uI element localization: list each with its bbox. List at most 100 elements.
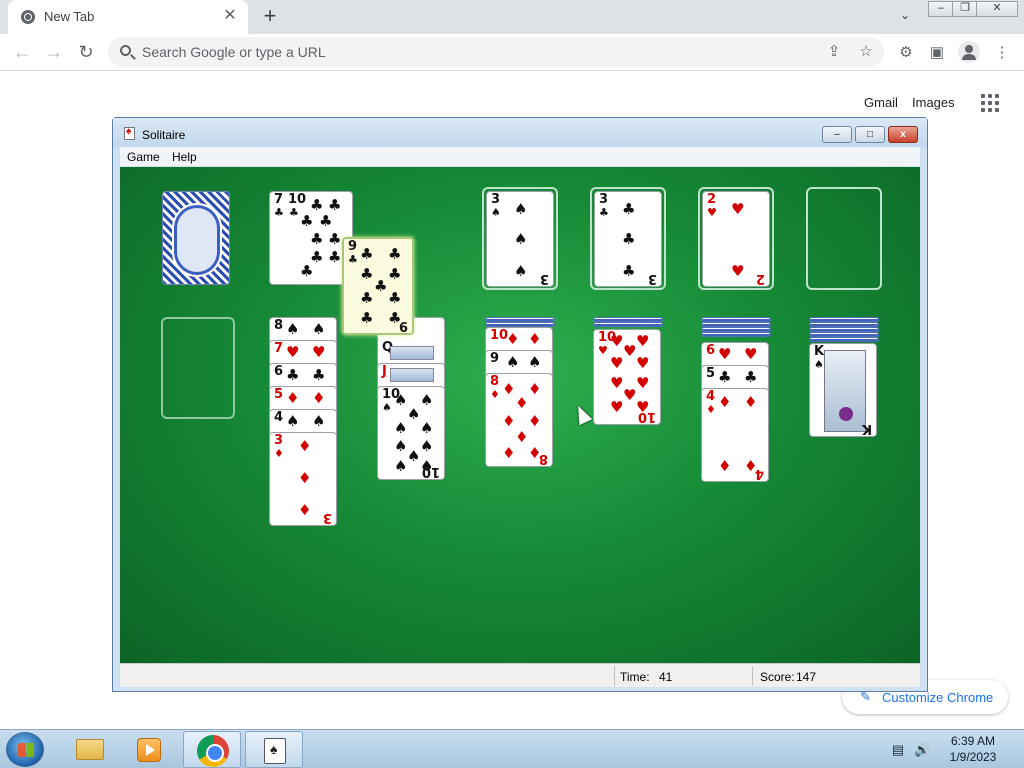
side-panel-icon[interactable]: ▣ [926, 42, 948, 64]
score-label: Score: [760, 670, 795, 684]
foundation-spades[interactable]: 3 ♠ ♠ ♠ ♠ 3 [482, 187, 558, 290]
tab-search-button[interactable]: ⌄ [895, 8, 915, 26]
foundation-hearts[interactable]: 2 ♥ ♥ ♥ 2 [698, 187, 774, 290]
omnibox[interactable]: ⇪ ☆ [108, 37, 884, 67]
face-down-card [701, 332, 771, 337]
card-rank: 5 [274, 387, 284, 402]
dragged-card[interactable]: 9 ♣ ♣ ♣ ♣ ♣ ♣ ♣ ♣ ♣ ♣ 9 [342, 237, 414, 335]
tableau-card[interactable]: 8 ♦ ♦ ♦ ♦ ♦ ♦ ♦ ♦ ♦ 8 [485, 373, 553, 467]
card-pip: ♦ [506, 330, 520, 348]
card-pip: ♥ [286, 343, 300, 361]
share-icon[interactable]: ⇪ [824, 43, 844, 61]
waste-pile[interactable]: 7 ♣ 10 ♣ ♣ ♣ ♣ ♣ ♣ ♣ ♣ ♣ ♣ [269, 191, 353, 285]
tableau-card[interactable]: 4 ♦ ♦ ♦ ♦ ♦ 4 [701, 388, 769, 482]
card-pip: ♣ [388, 245, 402, 263]
profile-avatar-icon[interactable] [958, 41, 980, 63]
card-table[interactable]: 7 ♣ 10 ♣ ♣ ♣ ♣ ♣ ♣ ♣ ♣ ♣ ♣ 3 ♠ ♠ ♠ ♠ 3 3… [120, 167, 920, 663]
face-down-card [809, 337, 879, 342]
solitaire-app-icon [124, 126, 135, 140]
volume-icon[interactable]: 🔊 [914, 742, 930, 758]
card-pip: ♦ [502, 444, 516, 462]
card-rank: 3 [647, 271, 657, 286]
card-pip: ♥ [610, 398, 624, 416]
card-pip: ♣ [310, 230, 324, 248]
tab-strip: New Tab ✕ + ⌄ – ❐ ✕ [0, 0, 1024, 34]
foundation-clubs[interactable]: 3 ♣ ♣ ♣ ♣ 3 [590, 187, 666, 290]
time-value: 41 [659, 670, 673, 684]
taskbar-media-player[interactable] [120, 731, 178, 768]
system-clock[interactable]: 6:39 AM 1/9/2023 [940, 733, 1006, 765]
card-pip: ♠ [514, 230, 528, 248]
card-rank: 4 [274, 410, 284, 425]
solitaire-window: Solitaire – □ x Game Help 7 ♣ 10 ♣ ♣ ♣ ♣… [112, 117, 928, 692]
clock-time: 6:39 AM [950, 734, 996, 748]
window-restore-button[interactable]: ❐ [952, 1, 978, 17]
card-rank: K [814, 344, 825, 359]
solitaire-minimize-button[interactable]: – [822, 126, 852, 143]
chrome-menu-icon[interactable]: ⋮ [991, 42, 1013, 64]
forward-button[interactable]: → [42, 40, 66, 64]
taskbar-explorer[interactable] [60, 731, 118, 768]
menu-game[interactable]: Game [127, 150, 160, 164]
card-pip: ♣ [300, 262, 314, 280]
tableau-card[interactable]: 10 ♥ ♥ ♥ ♥ ♥ ♥ ♥ ♥ ♥ ♥ ♥ 10 [593, 329, 661, 425]
start-button[interactable] [6, 732, 44, 767]
card-pip: ♠ [514, 200, 528, 218]
extensions-puzzle-icon[interactable]: ⚙ [895, 42, 917, 64]
bookmark-star-icon[interactable]: ☆ [856, 43, 876, 61]
menu-help[interactable]: Help [172, 150, 197, 164]
card-rank: 2 [755, 271, 765, 286]
foundation-card[interactable]: 2 ♥ ♥ ♥ 2 [702, 191, 770, 287]
card-pip: ♣ [622, 262, 636, 280]
images-link[interactable]: Images [912, 95, 955, 110]
new-tab-button[interactable]: + [258, 5, 282, 29]
card-suit: ♦ [274, 447, 284, 460]
window-minimize-button[interactable]: – [928, 1, 954, 17]
gmail-link[interactable]: Gmail [864, 95, 898, 110]
card-pip: ♥ [636, 354, 650, 372]
tab-close-button[interactable]: ✕ [220, 6, 240, 26]
media-player-icon [137, 738, 161, 762]
tableau-card[interactable]: K ♠ K [809, 343, 877, 437]
taskbar-chrome[interactable] [183, 731, 241, 768]
chrome-favicon-icon [21, 10, 35, 24]
tableau-card[interactable]: 3 ♦ ♦ ♦ ♦ 3 [269, 432, 337, 526]
card-pip: ♠ [407, 447, 421, 465]
card-pip: ♣ [622, 200, 636, 218]
empty-tableau-slot[interactable] [161, 317, 235, 419]
card-rank: 10 [421, 464, 440, 479]
taskbar-solitaire[interactable] [245, 731, 303, 768]
card-pip: ♥ [636, 332, 650, 350]
card-rank: 5 [706, 366, 716, 381]
card-rank: 3 [322, 510, 332, 525]
window-close-button[interactable]: ✕ [976, 1, 1018, 17]
card-rank: 8 [538, 451, 548, 466]
back-button[interactable]: ← [10, 40, 34, 64]
tab-new-tab[interactable]: New Tab ✕ [8, 0, 248, 34]
tableau-card[interactable]: 10 ♠ ♠ ♠ ♠ ♠ ♠ ♠ ♠ ♠ ♠ ♠ 10 [377, 386, 445, 480]
card-rank: 10 [288, 192, 307, 207]
solitaire-title: Solitaire [142, 128, 186, 142]
card-pip: ♠ [394, 391, 408, 409]
solitaire-maximize-button[interactable]: □ [855, 126, 885, 143]
card-rank: 6 [706, 343, 716, 358]
google-apps-grid-icon[interactable] [981, 94, 999, 112]
reload-button[interactable]: ↻ [74, 40, 98, 64]
solitaire-titlebar[interactable]: Solitaire – □ x [113, 118, 927, 147]
card-rank: 8 [274, 318, 284, 333]
card-pip: ♦ [502, 412, 516, 430]
card-pip: ♣ [374, 277, 388, 295]
foundation-card[interactable]: 3 ♠ ♠ ♠ ♠ 3 [486, 191, 554, 287]
network-icon[interactable]: ▤ [890, 742, 906, 758]
queen-face-image [390, 346, 434, 360]
card-pip: ♣ [286, 366, 300, 384]
card-pip: ♠ [312, 320, 326, 338]
foundation-empty[interactable] [806, 187, 882, 290]
address-bar-input[interactable] [142, 43, 782, 61]
solitaire-close-button[interactable]: x [888, 126, 918, 143]
card-rank: 3 [539, 271, 549, 286]
card-pip: ♦ [515, 394, 529, 412]
stock-pile[interactable] [162, 191, 230, 285]
foundation-card[interactable]: 3 ♣ ♣ ♣ ♣ 3 [594, 191, 662, 287]
card-suit: ♠ [382, 401, 392, 414]
